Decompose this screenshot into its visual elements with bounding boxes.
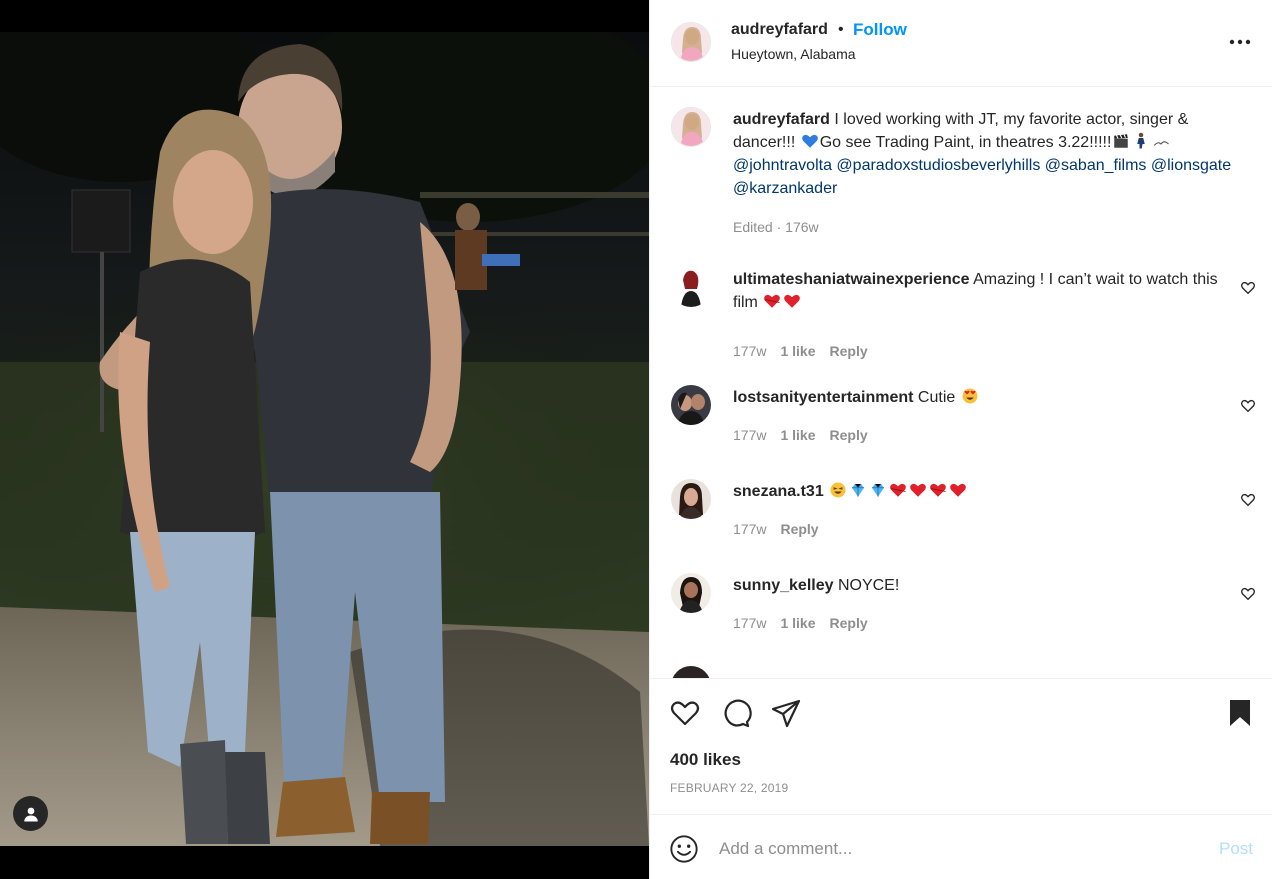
avatar[interactable]	[671, 267, 711, 307]
post-comment-button[interactable]: Post	[1219, 839, 1253, 859]
like-comment-heart-icon[interactable]	[1240, 492, 1256, 508]
comment-icon[interactable]	[720, 697, 752, 729]
mention-link[interactable]: @johntravolta	[733, 157, 832, 174]
edited-label: Edited	[733, 219, 773, 235]
gem-icon	[872, 483, 885, 497]
avatar[interactable]	[671, 107, 711, 147]
smile-icon[interactable]	[669, 834, 699, 864]
like-comment-heart-icon[interactable]	[1240, 280, 1256, 296]
comment-text: snezana.t31	[733, 480, 1233, 503]
more-icon[interactable]	[1226, 30, 1254, 54]
mention-link[interactable]: @lionsgate	[1151, 157, 1231, 174]
sticker-icon	[1154, 141, 1170, 146]
post-modal: audreyfafard • Follow Hueytown, Alabama …	[0, 0, 1272, 879]
heart-icon[interactable]	[669, 697, 701, 729]
like-comment-heart-icon[interactable]	[1240, 398, 1256, 414]
blue-heart-icon	[801, 134, 818, 148]
comment-meta: 177w 1 like Reply	[733, 615, 868, 631]
share-icon[interactable]	[770, 697, 802, 729]
avatar[interactable]	[671, 666, 711, 678]
comment-composer: Post	[650, 814, 1272, 879]
comment-time[interactable]: 177w	[733, 521, 766, 537]
comment-meta: 177w 1 like Reply	[733, 343, 868, 359]
gem-icon	[852, 483, 865, 497]
caption-username[interactable]: audreyfafard	[733, 111, 830, 128]
comment-body: Cutie	[913, 389, 960, 406]
caption-meta: Edited · 176w	[733, 219, 819, 235]
post-caption: audreyfafard I loved working with JT, my…	[733, 108, 1243, 200]
likes-count[interactable]: 400 likes	[670, 750, 741, 770]
post-actions: 400 likes FEBRUARY 22, 2019	[650, 678, 1272, 814]
comment-time[interactable]: 177w	[733, 427, 766, 443]
reply-button[interactable]: Reply	[830, 615, 868, 631]
post-panel: audreyfafard • Follow Hueytown, Alabama …	[649, 0, 1272, 879]
heart-eyes-icon	[962, 388, 978, 404]
comment-time[interactable]: 177w	[733, 615, 766, 631]
comment-text: lostsanityentertainment Cutie	[733, 386, 1233, 409]
separator-dot: •	[838, 21, 844, 38]
comment-text: ultimateshaniatwainexperience Amazing ! …	[733, 268, 1233, 314]
clapper-icon	[1114, 134, 1129, 148]
user-tag-icon[interactable]	[13, 796, 48, 831]
caption-text-2: Go see Trading Paint, in theatres 3.22!!…	[819, 134, 1112, 151]
comment-username[interactable]: sunny_kelley	[733, 577, 834, 594]
post-header: audreyfafard • Follow Hueytown, Alabama	[650, 0, 1272, 87]
heart-icon	[784, 294, 801, 308]
caption-time[interactable]: 176w	[785, 219, 818, 235]
post-author-username[interactable]: audreyfafard	[731, 21, 828, 39]
comment-username[interactable]: snezana.t31	[733, 483, 824, 500]
comment-meta: 177w Reply	[733, 521, 819, 537]
comment-likes[interactable]: 1 like	[780, 615, 815, 631]
comment-meta: 177w 1 like Reply	[733, 427, 868, 443]
reply-button[interactable]: Reply	[780, 521, 818, 537]
comment-body: NOYCE!	[833, 577, 900, 594]
comment-time[interactable]: 177w	[733, 343, 766, 359]
heart-icon	[910, 483, 927, 497]
dancer-icon	[1137, 132, 1146, 149]
mention-link[interactable]: @paradoxstudiosbeverlyhills	[836, 157, 1040, 174]
comments-list[interactable]: audreyfafard I loved working with JT, my…	[650, 88, 1272, 678]
post-photo[interactable]	[0, 32, 649, 846]
comment-likes[interactable]: 1 like	[780, 343, 815, 359]
like-comment-heart-icon[interactable]	[1240, 586, 1256, 602]
comment-likes[interactable]: 1 like	[780, 427, 815, 443]
laughing-face-icon	[830, 482, 846, 498]
post-date[interactable]: FEBRUARY 22, 2019	[670, 781, 788, 795]
avatar[interactable]	[671, 479, 711, 519]
comment-input[interactable]	[719, 835, 1199, 863]
heart-icon	[890, 483, 907, 497]
mention-link[interactable]: @saban_films	[1045, 157, 1147, 174]
post-location[interactable]: Hueytown, Alabama	[731, 46, 856, 62]
avatar[interactable]	[671, 573, 711, 613]
heart-icon	[950, 483, 967, 497]
avatar[interactable]	[671, 22, 711, 62]
heart-icon	[930, 483, 947, 497]
heart-icon	[764, 294, 781, 308]
comment-username[interactable]: ultimateshaniatwainexperience	[733, 271, 970, 288]
bookmark-icon[interactable]	[1224, 697, 1256, 729]
post-media	[0, 0, 649, 879]
comment-body	[824, 483, 828, 500]
follow-button[interactable]: Follow	[853, 20, 907, 40]
comment-username[interactable]: lostsanityentertainment	[733, 389, 913, 406]
avatar[interactable]	[671, 385, 711, 425]
reply-button[interactable]: Reply	[830, 427, 868, 443]
comment-text: sunny_kelley NOYCE!	[733, 574, 1233, 597]
mention-link[interactable]: @karzankader	[733, 180, 837, 197]
reply-button[interactable]: Reply	[830, 343, 868, 359]
